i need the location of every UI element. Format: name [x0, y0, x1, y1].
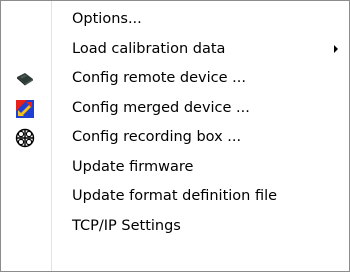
submenu-arrow-icon: [334, 44, 338, 53]
menu-item-label: Update format definition file: [72, 188, 278, 204]
menu-item-tcp-ip-settings[interactable]: TCP/IP Settings: [1, 212, 349, 242]
context-menu: Options... Load calibration data Config …: [0, 0, 350, 272]
menu-item-label: Config recording box ...: [72, 129, 242, 145]
menu-item-options[interactable]: Options...: [1, 5, 349, 35]
menu-item-label: Config remote device ...: [72, 70, 246, 86]
remote-device-icon: [15, 69, 35, 89]
menu-item-label: Load calibration data: [72, 40, 226, 57]
menu-item-update-format-definition-file[interactable]: Update format definition file: [1, 182, 349, 212]
menu-item-label: Update firmware: [72, 158, 194, 175]
menu-item-update-firmware[interactable]: Update firmware: [1, 153, 349, 183]
merged-device-icon: [15, 99, 35, 119]
menu-item-config-recording-box[interactable]: Config recording box ...: [1, 123, 349, 153]
menu-item-config-remote-device[interactable]: Config remote device ...: [1, 64, 349, 94]
menu-item-load-calibration-data[interactable]: Load calibration data: [1, 35, 349, 65]
menu-item-label: Options...: [72, 11, 142, 27]
menu-item-label: TCP/IP Settings: [72, 217, 181, 234]
recording-box-icon: [15, 128, 35, 148]
menu-item-config-merged-device[interactable]: Config merged device ...: [1, 94, 349, 124]
menu-items: Options... Load calibration data Config …: [1, 5, 349, 241]
menu-item-label: Config merged device ...: [72, 99, 250, 116]
